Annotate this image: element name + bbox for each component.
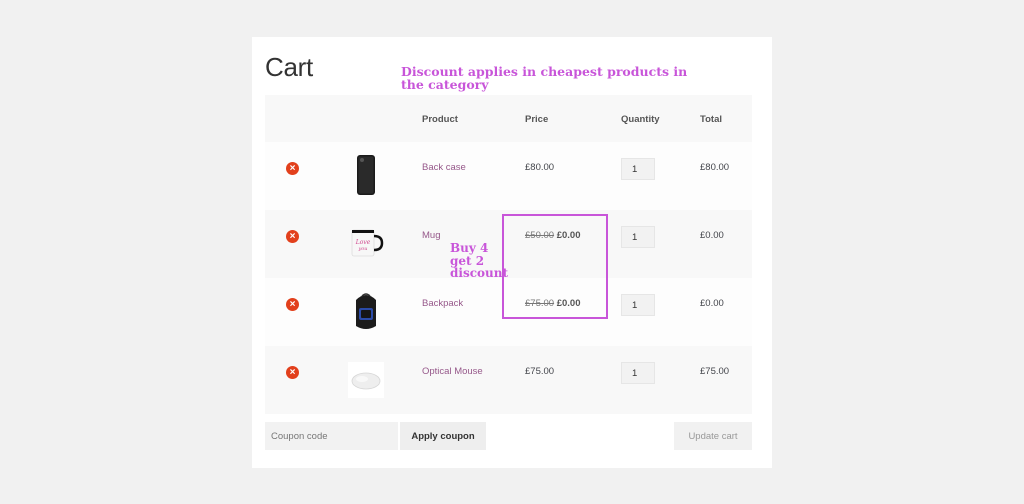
line-total: £75.00 <box>700 366 730 377</box>
product-link[interactable]: Mug <box>422 230 440 241</box>
svg-text:Love: Love <box>355 239 371 246</box>
line-total: £0.00 <box>700 298 724 309</box>
remove-icon[interactable]: × <box>286 162 299 175</box>
coupon-input[interactable] <box>265 422 398 450</box>
discount-highlight-box <box>502 214 608 319</box>
remove-icon[interactable]: × <box>286 366 299 379</box>
discount-annotation: Buy 4 get 2 discount <box>450 241 509 280</box>
mug-image[interactable]: Love you <box>348 222 384 264</box>
table-row: × Back case £80.00 1 £80.00 <box>265 142 752 210</box>
line-total: £80.00 <box>700 162 730 173</box>
price: £80.00 <box>525 162 555 173</box>
page-title: Cart <box>265 52 313 82</box>
mouse-image[interactable] <box>348 358 384 400</box>
product-link[interactable]: Optical Mouse <box>422 366 483 377</box>
remove-icon[interactable]: × <box>286 298 299 311</box>
quantity-input[interactable]: 1 <box>621 362 655 384</box>
table-header: Product Price Quantity Total <box>265 95 752 142</box>
price: £75.00 <box>525 366 555 377</box>
quantity-input[interactable]: 1 <box>621 158 655 180</box>
phone-case-image[interactable] <box>348 154 384 196</box>
product-link[interactable]: Backpack <box>422 298 463 309</box>
line-total: £0.00 <box>700 230 724 241</box>
product-link[interactable]: Back case <box>422 162 466 173</box>
header-product: Product <box>422 114 458 125</box>
header-total: Total <box>700 114 722 125</box>
backpack-image[interactable] <box>348 290 384 332</box>
header-price: Price <box>525 114 549 125</box>
remove-icon[interactable]: × <box>286 230 299 243</box>
header-quantity: Quantity <box>621 114 660 125</box>
quantity-input[interactable]: 1 <box>621 294 655 316</box>
update-cart-button[interactable]: Update cart <box>674 422 752 450</box>
apply-coupon-button[interactable]: Apply coupon <box>400 422 486 450</box>
table-row: × Optical Mouse £75.00 1 £75.00 <box>265 346 752 414</box>
quantity-input[interactable]: 1 <box>621 226 655 248</box>
svg-text:you: you <box>357 246 367 252</box>
annotation-note: Discount applies in cheapest products in… <box>401 64 688 92</box>
cart-actions: Apply coupon Update cart <box>265 422 752 450</box>
